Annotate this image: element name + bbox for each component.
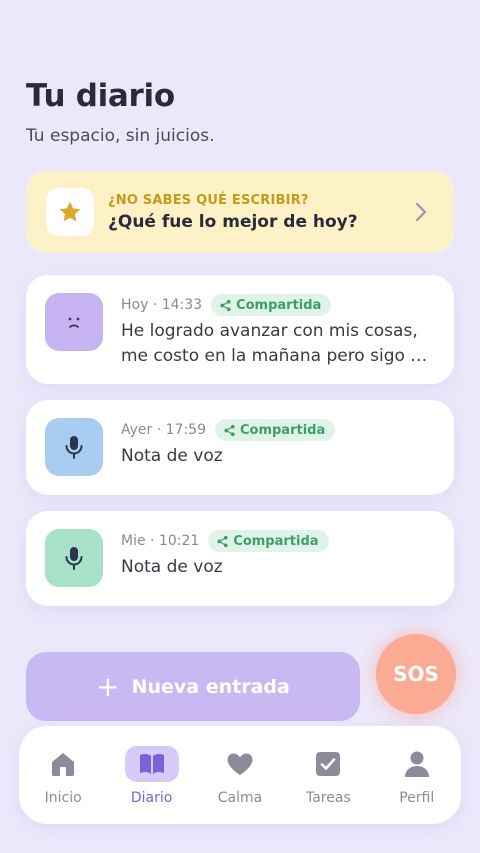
page-subtitle: Tu espacio, sin juicios. bbox=[26, 126, 215, 146]
tab-tareas[interactable]: Tareas bbox=[290, 746, 366, 806]
user-icon bbox=[404, 751, 429, 777]
share-icon bbox=[217, 535, 228, 547]
tab-label: Diario bbox=[130, 790, 173, 806]
shared-badge-label: Compartida bbox=[236, 297, 322, 313]
entry-preview: Nota de voz bbox=[121, 555, 436, 580]
prompt-icon-box bbox=[46, 188, 94, 236]
new-entry-button[interactable]: + Nueva entrada bbox=[26, 652, 360, 721]
prompt-question: ¿Qué fue lo mejor de hoy? bbox=[108, 211, 358, 232]
tab-label: Calma bbox=[217, 790, 263, 806]
entry-preview-line: Nota de voz bbox=[121, 557, 223, 577]
shared-badge: Compartida bbox=[211, 294, 332, 316]
entry-timestamp: Hoy · 14:33 bbox=[121, 297, 203, 313]
new-entry-label: Nueva entrada bbox=[131, 675, 290, 698]
share-icon bbox=[224, 424, 235, 436]
microphone-icon bbox=[65, 436, 83, 459]
shared-badge: Compartida bbox=[208, 530, 329, 552]
writing-prompt-card[interactable]: ¿NO SABES QUÉ ESCRIBIR? ¿Qué fue lo mejo… bbox=[26, 171, 454, 253]
star-icon bbox=[59, 201, 81, 222]
home-icon bbox=[52, 753, 75, 776]
sos-button[interactable]: SOS bbox=[376, 634, 456, 714]
sos-label: SOS bbox=[393, 662, 439, 686]
book-icon bbox=[139, 753, 164, 774]
entry-voice-badge bbox=[45, 529, 103, 587]
diary-entry-card[interactable]: Ayer · 17:59 Compartida Nota de voz bbox=[26, 400, 454, 495]
checkbox-icon bbox=[316, 752, 341, 776]
shared-badge-label: Compartida bbox=[233, 533, 319, 549]
entry-preview: He logrado avanzar con mis cosas, me cos… bbox=[121, 319, 436, 369]
tab-inicio[interactable]: Inicio bbox=[25, 746, 101, 806]
tab-perfil[interactable]: Perfil bbox=[379, 746, 455, 806]
entry-timestamp: Mie · 10:21 bbox=[121, 533, 200, 549]
plus-icon: + bbox=[96, 669, 120, 703]
shared-badge: Compartida bbox=[214, 419, 336, 441]
share-icon bbox=[220, 299, 231, 311]
diary-entry-card[interactable]: Mie · 10:21 Compartida Nota de voz bbox=[26, 511, 454, 606]
shared-badge-label: Compartida bbox=[239, 422, 326, 438]
entry-timestamp: Ayer · 17:59 bbox=[121, 422, 206, 438]
chevron-right-icon bbox=[415, 202, 427, 222]
entry-mood-badge bbox=[45, 293, 103, 351]
page-title: Tu diario bbox=[26, 78, 175, 114]
tab-label: Perfil bbox=[399, 790, 435, 806]
entry-preview-line: me costo en la mañana pero sigo de ... bbox=[121, 346, 436, 366]
sad-face-icon bbox=[68, 317, 80, 328]
diary-entry-card[interactable]: Hoy · 14:33 Compartida He logrado avanza… bbox=[26, 275, 454, 384]
entry-preview: Nota de voz bbox=[121, 444, 436, 469]
heart-icon bbox=[227, 753, 253, 775]
tab-label: Tareas bbox=[305, 790, 351, 806]
entry-voice-badge bbox=[45, 418, 103, 476]
tab-diario[interactable]: Diario bbox=[114, 746, 190, 806]
tab-calma[interactable]: Calma bbox=[202, 746, 278, 806]
bottom-tab-bar: Inicio Diario Calma Tareas Perfil bbox=[19, 726, 461, 824]
tab-label: Inicio bbox=[44, 790, 82, 806]
entry-preview-line: Nota de voz bbox=[121, 446, 223, 466]
prompt-kicker: ¿NO SABES QUÉ ESCRIBIR? bbox=[108, 192, 309, 208]
entry-preview-line: He logrado avanzar con mis cosas, bbox=[121, 321, 418, 341]
microphone-icon bbox=[65, 547, 83, 570]
